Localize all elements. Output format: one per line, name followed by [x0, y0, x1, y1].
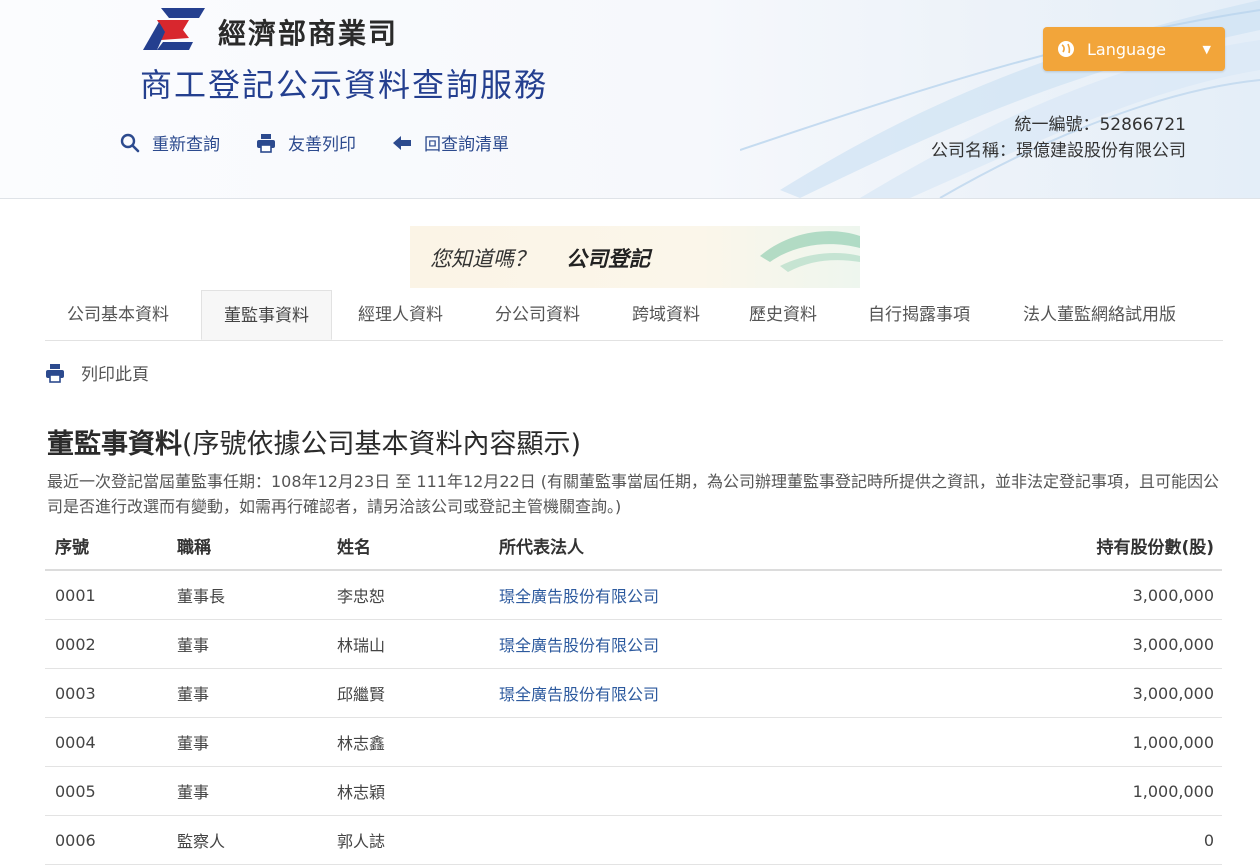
table-row: 0001 董事長 李忠恕 璟全廣告股份有限公司 3,000,000 — [45, 570, 1222, 620]
row-title: 董事 — [176, 766, 336, 816]
arrow-left-icon — [393, 135, 411, 150]
printer-icon — [46, 363, 64, 383]
back-to-list-button[interactable]: 回查詢清單 — [392, 130, 509, 155]
tab-branches[interactable]: 分公司資料 — [495, 290, 580, 340]
table-row: 0002 董事 林瑞山 璟全廣告股份有限公司 3,000,000 — [45, 619, 1222, 669]
globe-icon — [1058, 41, 1074, 57]
tab-director-network[interactable]: 法人董監網絡試用版 — [1023, 290, 1176, 340]
banner-question: 您知道嗎？ — [430, 247, 535, 271]
row-represented-entity-link[interactable]: 璟全廣告股份有限公司 — [498, 570, 905, 620]
table-header-row: 序號 職稱 姓名 所代表法人 持有股份數(股) — [45, 522, 1222, 571]
printer-icon — [257, 133, 275, 153]
row-shares: 1,000,000 — [904, 717, 1222, 767]
header-name: 姓名 — [336, 522, 498, 571]
banner-topic: 公司登記 — [566, 247, 650, 271]
row-serial: 0006 — [45, 815, 176, 865]
term-note: 最近一次登記當屆董監事任期：108年12月23日 至 111年12月22日 (有… — [47, 472, 1220, 516]
row-represented-entity-link[interactable]: 璟全廣告股份有限公司 — [498, 668, 905, 718]
row-shares: 0 — [904, 815, 1222, 865]
row-name: 林志鑫 — [336, 717, 498, 767]
section-title: 董監事資料(序號依據公司基本資料內容顯示) — [47, 422, 581, 461]
tab-company-basic[interactable]: 公司基本資料 — [67, 290, 169, 340]
banner-decoration — [760, 231, 860, 272]
back-to-list-label: 回查詢清單 — [424, 135, 509, 155]
tab-self-disclosure[interactable]: 自行揭露事項 — [868, 290, 970, 340]
row-serial: 0002 — [45, 619, 176, 669]
row-serial: 0004 — [45, 717, 176, 767]
row-title: 監察人 — [176, 815, 336, 865]
tab-bar: 公司基本資料 董監事資料 經理人資料 分公司資料 跨域資料 歷史資料 自行揭露事… — [45, 290, 1223, 341]
header-title: 職稱 — [176, 522, 336, 571]
ministry-logo — [143, 8, 205, 50]
row-name: 李忠恕 — [336, 570, 498, 620]
row-title: 董事 — [176, 717, 336, 767]
toolbar: 重新查詢 友善列印 回查詢清單 — [120, 130, 509, 155]
company-name: 公司名稱：璟億建設股份有限公司 — [931, 141, 1186, 161]
section-title-main: 董監事資料 — [47, 429, 182, 460]
table-row: 0003 董事 邱繼賢 璟全廣告股份有限公司 3,000,000 — [45, 668, 1222, 718]
tab-history[interactable]: 歷史資料 — [749, 290, 817, 340]
company-info: 統一編號：52866721 公司名稱：璟億建設股份有限公司 — [931, 112, 1186, 164]
tab-directors[interactable]: 董監事資料 — [201, 290, 332, 340]
print-page-button[interactable]: 列印此頁 — [45, 360, 149, 385]
section-title-sub: (序號依據公司基本資料內容顯示) — [182, 429, 582, 460]
company-id: 統一編號：52866721 — [1014, 115, 1186, 135]
ministry-name: 經濟部商業司 — [218, 17, 399, 50]
row-name: 林志穎 — [336, 766, 498, 816]
header-represented-entity: 所代表法人 — [498, 522, 905, 571]
row-represented-entity — [498, 766, 905, 816]
header-shares: 持有股份數(股) — [904, 522, 1222, 571]
directors-table: 序號 職稱 姓名 所代表法人 持有股份數(股) 0001 董事長 李忠恕 璟全廣… — [45, 522, 1222, 865]
chevron-down-icon: ▼ — [1202, 42, 1211, 56]
table-row: 0006 監察人 郭人誌 0 — [45, 815, 1222, 865]
row-represented-entity — [498, 815, 905, 865]
row-title: 董事 — [176, 668, 336, 718]
row-serial: 0005 — [45, 766, 176, 816]
row-name: 邱繼賢 — [336, 668, 498, 718]
tab-managers[interactable]: 經理人資料 — [358, 290, 443, 340]
row-title: 董事長 — [176, 570, 336, 620]
friendly-print-button[interactable]: 友善列印 — [256, 130, 356, 155]
row-shares: 3,000,000 — [904, 668, 1222, 718]
header-serial: 序號 — [45, 522, 176, 571]
service-title: 商工登記公示資料查詢服務 — [140, 66, 549, 104]
search-icon — [120, 133, 140, 152]
tab-cross-domain[interactable]: 跨域資料 — [632, 290, 700, 340]
header: 經濟部商業司 商工登記公示資料查詢服務 重新查詢 友善列印 回查詢清單 Lang… — [0, 0, 1260, 199]
new-search-label: 重新查詢 — [152, 135, 220, 155]
print-page-label: 列印此頁 — [81, 365, 149, 385]
row-shares: 3,000,000 — [904, 619, 1222, 669]
row-represented-entity-link[interactable]: 璟全廣告股份有限公司 — [498, 619, 905, 669]
row-serial: 0003 — [45, 668, 176, 718]
did-you-know-banner[interactable]: 您知道嗎？ 公司登記 — [410, 226, 860, 288]
row-serial: 0001 — [45, 570, 176, 620]
row-shares: 1,000,000 — [904, 766, 1222, 816]
friendly-print-label: 友善列印 — [288, 135, 356, 155]
row-name: 林瑞山 — [336, 619, 498, 669]
row-represented-entity — [498, 717, 905, 767]
new-search-button[interactable]: 重新查詢 — [120, 130, 220, 155]
row-name: 郭人誌 — [336, 815, 498, 865]
table-row: 0005 董事 林志穎 1,000,000 — [45, 766, 1222, 816]
language-label: Language — [1087, 39, 1166, 59]
row-title: 董事 — [176, 619, 336, 669]
table-row: 0004 董事 林志鑫 1,000,000 — [45, 717, 1222, 767]
row-shares: 3,000,000 — [904, 570, 1222, 620]
language-dropdown[interactable]: Language ▼ — [1043, 27, 1225, 71]
